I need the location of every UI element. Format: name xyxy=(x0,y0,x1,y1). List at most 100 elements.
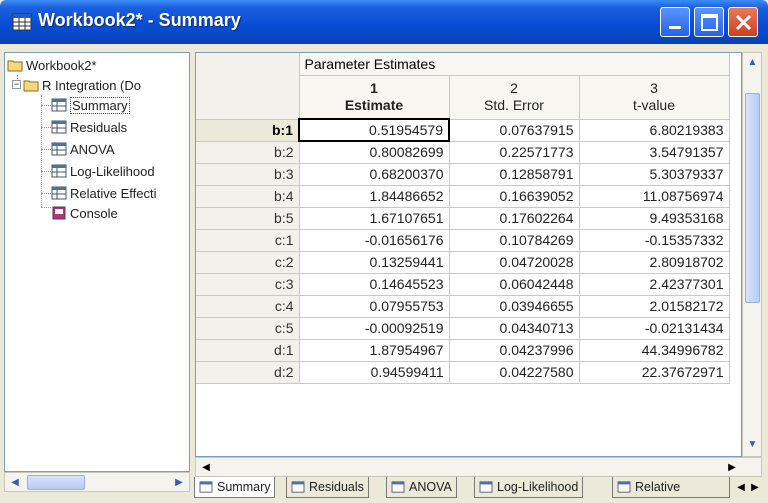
row-header[interactable]: b:2 xyxy=(196,141,300,164)
std-error-cell[interactable]: 0.04720028 xyxy=(449,251,580,274)
maximize-button[interactable] xyxy=(694,7,724,37)
tab-label: Summary xyxy=(217,480,271,494)
tab-relative-effects[interactable]: Relative xyxy=(612,477,730,498)
row-header[interactable]: c:4 xyxy=(196,295,300,318)
scrollbar-thumb[interactable] xyxy=(745,93,760,303)
column-header[interactable]: 2 Std. Error xyxy=(449,75,580,120)
estimate-cell[interactable]: 1.87954967 xyxy=(299,339,450,362)
scroll-right-icon[interactable]: ▶ xyxy=(170,474,188,491)
column-name: t-value xyxy=(632,97,676,113)
title-bar[interactable]: Workbook2* - Summary xyxy=(0,0,768,44)
t-value-cell[interactable]: 6.80219383 xyxy=(579,119,730,142)
close-button[interactable] xyxy=(728,7,758,37)
std-error-cell[interactable]: 0.04237996 xyxy=(449,339,580,362)
row-header[interactable]: b:4 xyxy=(196,185,300,208)
row-header[interactable]: c:5 xyxy=(196,317,300,340)
tab-log-likelihood[interactable]: Log-Likelihood xyxy=(474,477,584,498)
t-value-cell[interactable]: 22.37672971 xyxy=(579,361,730,384)
estimate-cell[interactable]: -0.00092519 xyxy=(299,317,450,340)
column-name: Estimate xyxy=(344,96,404,113)
std-error-cell[interactable]: 0.12858791 xyxy=(449,163,580,186)
column-header[interactable]: 1 Estimate xyxy=(299,75,450,120)
row-header[interactable]: d:1 xyxy=(196,339,300,362)
table-row: b:5 1.67107651 0.17602264 9.49353168 xyxy=(196,207,730,230)
sheet-icon xyxy=(51,120,67,134)
tab-scroll-right-icon[interactable]: ▶ xyxy=(748,480,762,496)
estimate-cell[interactable]: 0.14645523 xyxy=(299,273,450,296)
project-explorer-tree[interactable]: Workbook2* − R Integration (Do Summary R… xyxy=(4,52,190,472)
tree-item-residuals[interactable]: Residuals xyxy=(51,117,127,137)
scroll-left-icon[interactable]: ◀ xyxy=(197,459,215,476)
std-error-cell[interactable]: 0.22571773 xyxy=(449,141,580,164)
tree-item-console[interactable]: Console xyxy=(51,203,118,223)
row-header[interactable]: d:2 xyxy=(196,361,300,384)
estimate-cell[interactable]: 0.80082699 xyxy=(299,141,450,164)
minimize-icon xyxy=(669,26,681,29)
estimate-cell[interactable]: 1.67107651 xyxy=(299,207,450,230)
row-header[interactable]: c:3 xyxy=(196,273,300,296)
std-error-cell[interactable]: 0.10784269 xyxy=(449,229,580,252)
scroll-right-icon[interactable]: ▶ xyxy=(723,459,741,476)
tree-item-relative-effects[interactable]: Relative Effecti xyxy=(51,183,156,203)
tree-folder-label: R Integration (Do xyxy=(42,77,141,93)
worksheet-grid[interactable]: Parameter Estimates 1 Estimate 2 Std. Er… xyxy=(195,52,742,457)
estimate-cell[interactable]: 0.51954579 xyxy=(298,118,450,142)
tree-collapse-toggle[interactable]: − xyxy=(12,80,21,89)
t-value-cell[interactable]: -0.02131434 xyxy=(579,317,730,340)
t-value-cell[interactable]: 2.01582172 xyxy=(579,295,730,318)
std-error-cell[interactable]: 0.03946655 xyxy=(449,295,580,318)
tree-item-anova[interactable]: ANOVA xyxy=(51,139,115,159)
scroll-left-icon[interactable]: ◀ xyxy=(6,474,24,491)
estimate-cell[interactable]: -0.01656176 xyxy=(299,229,450,252)
tree-horizontal-scrollbar[interactable]: ◀ ▶ xyxy=(4,472,190,492)
t-value-cell[interactable]: 11.08756974 xyxy=(579,185,730,208)
estimate-cell[interactable]: 0.94599411 xyxy=(299,361,450,384)
tab-scroll-left-icon[interactable]: ◀ xyxy=(734,480,748,496)
minimize-button[interactable] xyxy=(660,7,690,37)
tree-item-summary[interactable]: Summary xyxy=(51,95,130,115)
scroll-down-icon[interactable]: ▼ xyxy=(744,436,761,454)
t-value-cell[interactable]: 44.34996782 xyxy=(579,339,730,362)
tab-residuals[interactable]: Residuals xyxy=(286,477,369,498)
table-row: c:3 0.14645523 0.06042448 2.42377301 xyxy=(196,273,730,296)
grid-vertical-scrollbar[interactable]: ▲ ▼ xyxy=(742,52,762,457)
console-icon xyxy=(52,206,66,220)
row-header[interactable]: b:3 xyxy=(196,163,300,186)
scroll-up-icon[interactable]: ▲ xyxy=(744,54,761,72)
column-header[interactable]: 3 t-value xyxy=(579,75,730,120)
estimate-cell[interactable]: 0.13259441 xyxy=(299,251,450,274)
grid-horizontal-scrollbar[interactable]: ◀ ▶ xyxy=(195,457,762,477)
std-error-cell[interactable]: 0.04340713 xyxy=(449,317,580,340)
tree-item-log-likelihood[interactable]: Log-Likelihood xyxy=(51,161,155,181)
scrollbar-thumb[interactable] xyxy=(27,475,85,490)
sheet-icon xyxy=(479,481,493,493)
std-error-cell[interactable]: 0.06042448 xyxy=(449,273,580,296)
t-value-cell[interactable]: 9.49353168 xyxy=(579,207,730,230)
estimate-cell[interactable]: 0.07955753 xyxy=(299,295,450,318)
std-error-cell[interactable]: 0.17602264 xyxy=(449,207,580,230)
tree-folder-r-integration[interactable]: R Integration (Do xyxy=(23,75,141,95)
std-error-cell[interactable]: 0.07637915 xyxy=(449,119,580,142)
tab-summary[interactable]: Summary xyxy=(194,477,276,498)
t-value-cell[interactable]: -0.15357332 xyxy=(579,229,730,252)
estimate-cell[interactable]: 0.68200370 xyxy=(299,163,450,186)
t-value-cell[interactable]: 2.80918702 xyxy=(579,251,730,274)
table-row: c:5 -0.00092519 0.04340713 -0.02131434 xyxy=(196,317,730,340)
std-error-cell[interactable]: 0.16639052 xyxy=(449,185,580,208)
tab-anova[interactable]: ANOVA xyxy=(386,477,457,498)
column-name: Std. Error xyxy=(484,97,544,113)
row-header[interactable]: b:5 xyxy=(196,207,300,230)
row-header[interactable]: c:1 xyxy=(196,229,300,252)
row-header[interactable]: c:2 xyxy=(196,251,300,274)
tree-item-label: ANOVA xyxy=(70,141,115,157)
table-row: d:2 0.94599411 0.04227580 22.37672971 xyxy=(196,361,730,384)
estimate-cell[interactable]: 1.84486652 xyxy=(299,185,450,208)
t-value-cell[interactable]: 2.42377301 xyxy=(579,273,730,296)
std-error-cell[interactable]: 0.04227580 xyxy=(449,361,580,384)
sheet-icon xyxy=(391,481,405,493)
table-row: d:1 1.87954967 0.04237996 44.34996782 xyxy=(196,339,730,362)
t-value-cell[interactable]: 5.30379337 xyxy=(579,163,730,186)
row-header[interactable]: b:1 xyxy=(196,119,300,142)
t-value-cell[interactable]: 3.54791357 xyxy=(579,141,730,164)
tree-root-workbook[interactable]: Workbook2* xyxy=(7,55,97,75)
